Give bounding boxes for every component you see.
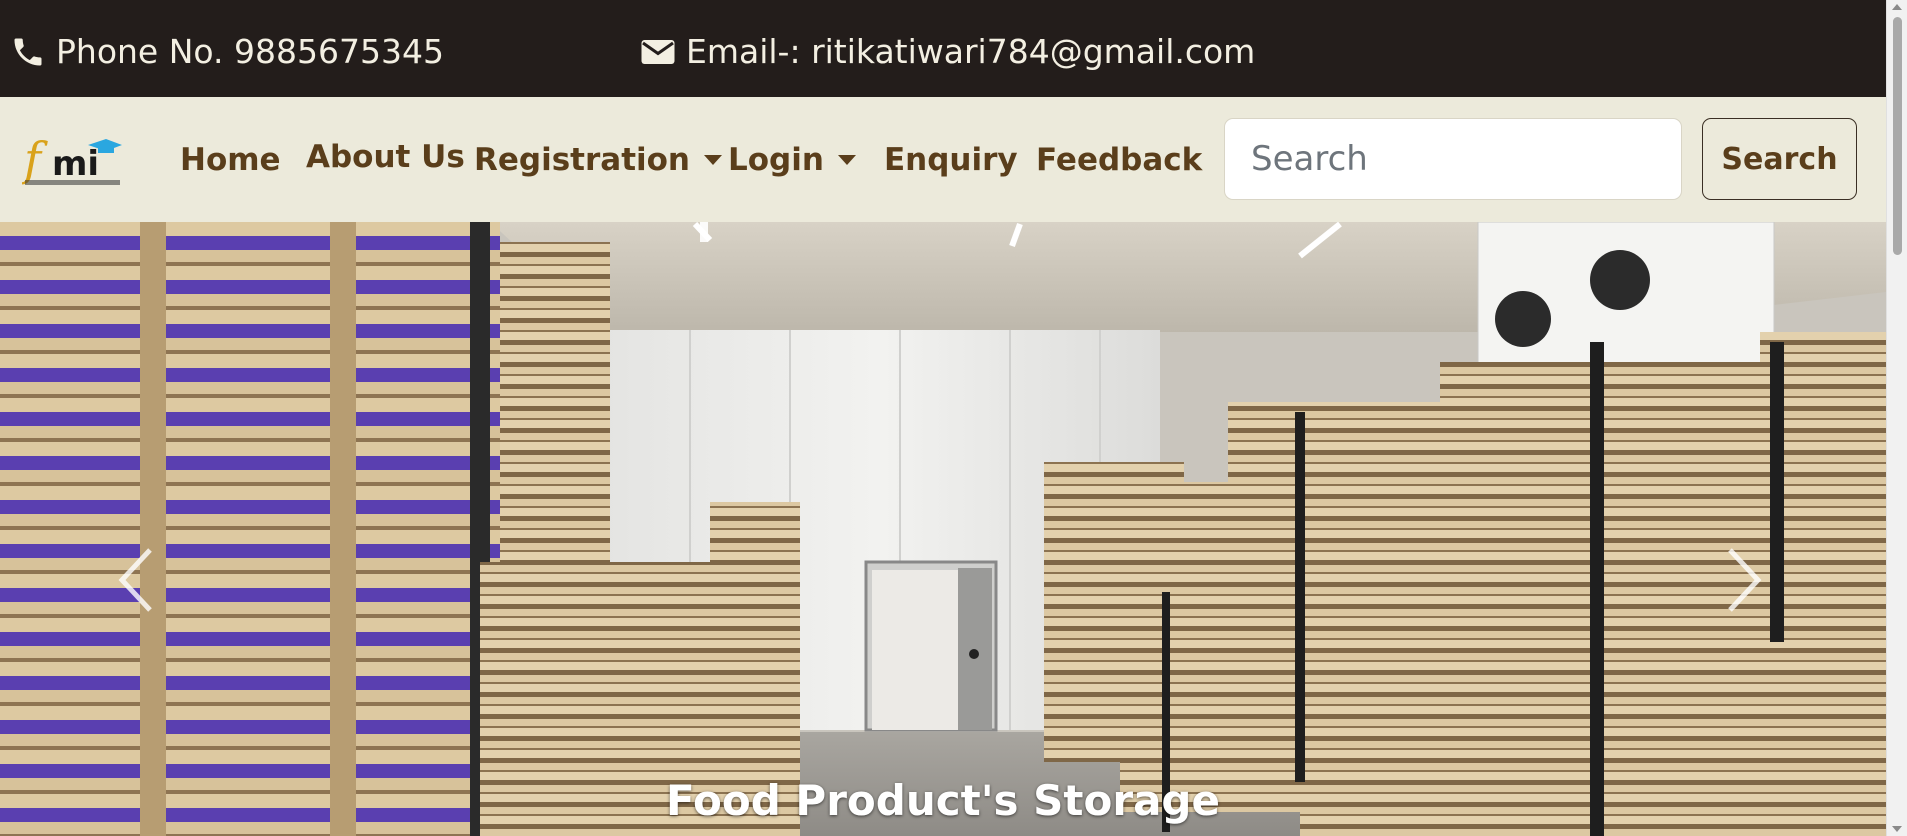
nav-registration[interactable]: Registration [474, 142, 723, 178]
chevron-down-icon [704, 155, 723, 165]
hero-carousel [0, 222, 1886, 836]
search-input[interactable] [1224, 118, 1682, 200]
nav-enquiry-label: Enquiry [884, 142, 1018, 178]
svg-text:mi: mi [52, 144, 99, 184]
phone-text: Phone No. 9885675345 [56, 32, 444, 71]
phone-contact: Phone No. 9885675345 [10, 32, 444, 71]
chevron-left-icon [118, 548, 152, 612]
nav-about-us[interactable]: About Us [306, 139, 465, 175]
envelope-icon [640, 37, 676, 67]
fmi-logo[interactable]: f mi [21, 132, 124, 190]
cold-storage-image [0, 222, 1886, 836]
nav-about-us-label: About Us [306, 139, 465, 175]
nav-login[interactable]: Login [728, 142, 856, 178]
contact-bar: Phone No. 9885675345 Email-: ritikatiwar… [0, 0, 1886, 97]
carousel-caption: Food Product's Storage [666, 776, 1220, 825]
carousel-prev-button[interactable] [108, 540, 168, 620]
nav-registration-label: Registration [474, 142, 691, 178]
nav-feedback-label: Feedback [1036, 142, 1203, 178]
scroll-up-icon[interactable] [1892, 4, 1902, 10]
scrollbar-thumb[interactable] [1893, 17, 1902, 255]
nav-login-label: Login [728, 142, 824, 178]
chevron-down-icon [837, 155, 856, 165]
phone-icon [10, 34, 46, 70]
svg-text:f: f [22, 135, 48, 186]
email-text: Email-: ritikatiwari784@gmail.com [686, 32, 1256, 71]
chevron-right-icon [1728, 548, 1762, 612]
search-button[interactable]: Search [1702, 118, 1857, 200]
nav-feedback[interactable]: Feedback [1036, 142, 1202, 178]
email-contact: Email-: ritikatiwari784@gmail.com [640, 32, 1255, 71]
nav-home[interactable]: Home [180, 142, 281, 178]
scroll-down-icon[interactable] [1892, 826, 1902, 832]
nav-home-label: Home [180, 142, 281, 178]
carousel-next-button[interactable] [1712, 540, 1772, 620]
page-scrollbar[interactable] [1886, 0, 1907, 836]
nav-enquiry[interactable]: Enquiry [884, 142, 1018, 178]
